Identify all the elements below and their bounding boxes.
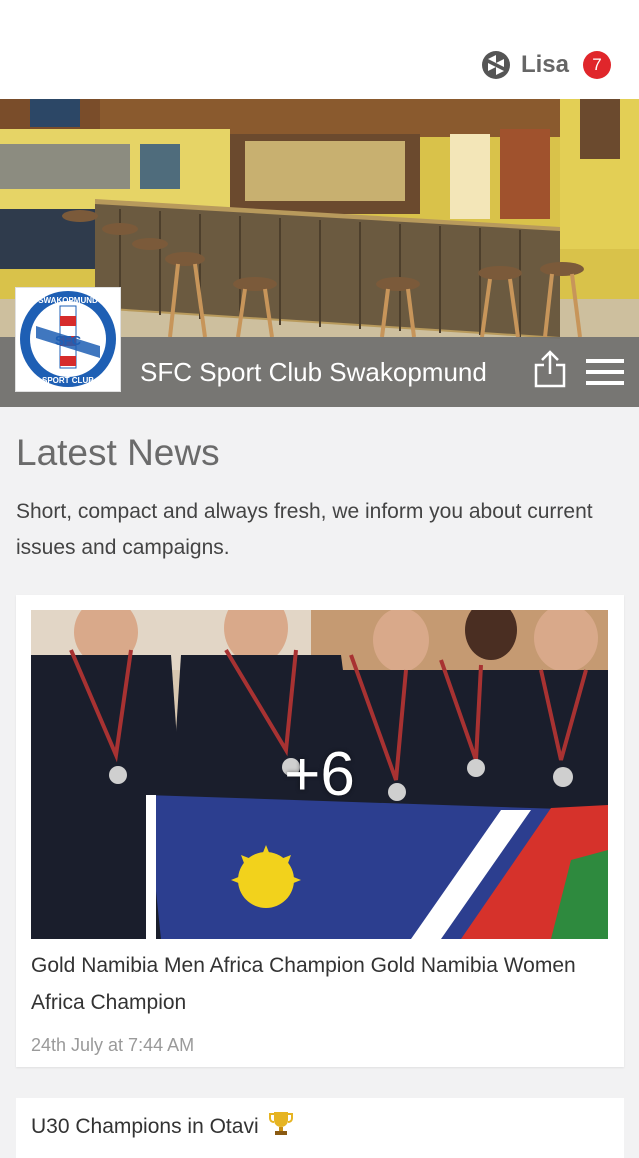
trophy-icon [269, 1112, 294, 1135]
svg-text:SFC: SFC [55, 333, 82, 348]
svg-text:SPORT CLUB: SPORT CLUB [42, 376, 94, 385]
section-description: Short, compact and always fresh, we info… [16, 500, 593, 559]
news-card[interactable]: U30 Champions in Otavi [16, 1098, 624, 1158]
section-title: Latest News [16, 432, 220, 473]
club-hero: SFC SWAKOPMUND SPORT CLUB SFC Sport Club… [0, 99, 639, 407]
notification-badge[interactable]: 7 [583, 51, 611, 79]
user-menu[interactable]: Lisa 7 [481, 50, 611, 80]
club-logo[interactable]: SFC SWAKOPMUND SPORT CLUB [15, 287, 121, 392]
user-name[interactable]: Lisa [521, 51, 569, 79]
user-logo-icon [481, 51, 510, 79]
top-bar: Lisa 7 [0, 0, 639, 100]
menu-icon[interactable] [586, 357, 624, 387]
news-date: 24th July at 7:44 AM [31, 1035, 195, 1055]
news-title[interactable]: Gold Namibia Men Africa Champion Gold Na… [31, 947, 606, 1021]
news-card[interactable]: +6 Gold Namibia Men Africa Champion Gold… [16, 595, 624, 1067]
svg-text:SWAKOPMUND: SWAKOPMUND [38, 296, 98, 305]
club-name: SFC Sport Club Swakopmund [140, 357, 487, 387]
news-photo[interactable]: +6 [31, 610, 608, 939]
share-icon[interactable] [532, 350, 568, 388]
club-logo-icon: SFC SWAKOPMUND SPORT CLUB [20, 291, 116, 387]
news-title[interactable]: U30 Champions in Otavi [31, 1115, 259, 1138]
more-photos-count[interactable]: +6 [31, 610, 608, 939]
news-title-row[interactable]: U30 Champions in Otavi [31, 1110, 294, 1139]
